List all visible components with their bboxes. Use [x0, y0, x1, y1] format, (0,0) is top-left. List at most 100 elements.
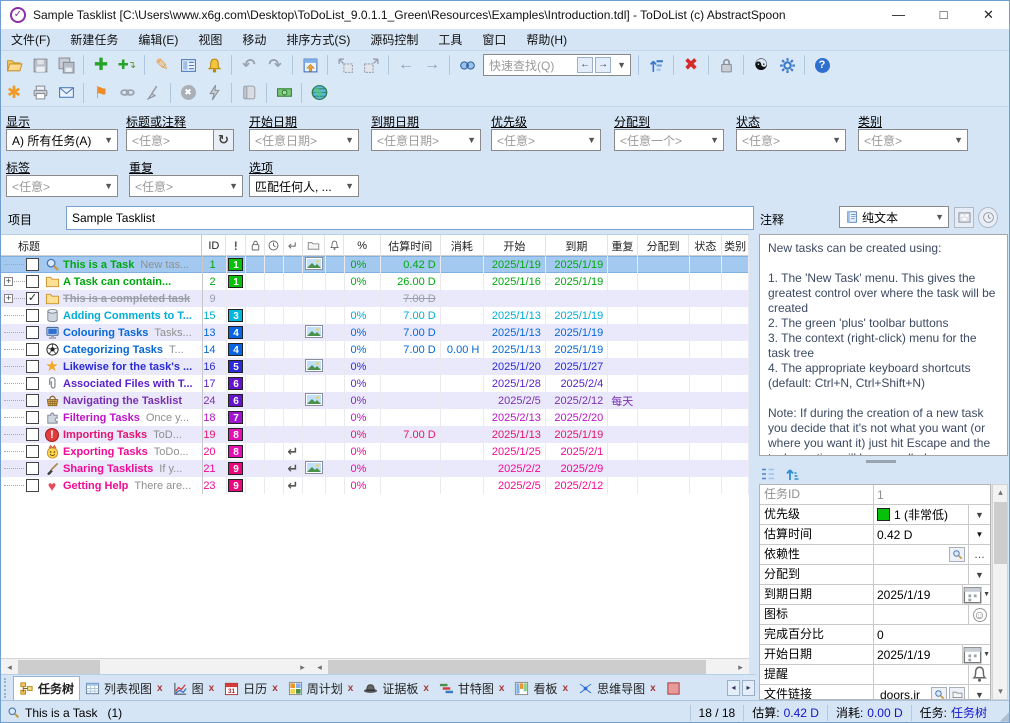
- comments-option-button[interactable]: [954, 207, 974, 228]
- attribute-value[interactable]: [874, 545, 968, 564]
- filter-combo[interactable]: <任意一个>▼: [614, 129, 724, 151]
- task-row-20[interactable]: Exporting TasksToDo...208↵0%2025/1/25202…: [1, 443, 749, 460]
- task-row-21[interactable]: Sharing TasklistsIf y...219↵0%2025/2/220…: [1, 460, 749, 477]
- column-header-status[interactable]: 状态: [689, 235, 722, 256]
- filter-combo[interactable]: <任意>▼: [491, 129, 601, 151]
- tab-tree[interactable]: 任务树: [13, 676, 80, 700]
- reminder-button[interactable]: [202, 53, 226, 77]
- task-checkbox[interactable]: [26, 411, 39, 424]
- column-header-start[interactable]: 开始: [484, 235, 545, 256]
- filter-combo[interactable]: <任意日期>▼: [249, 129, 359, 151]
- close-tab-icon[interactable]: x: [272, 683, 278, 694]
- menu-item-5[interactable]: 排序方式(S): [276, 29, 360, 51]
- move-in-button[interactable]: [359, 53, 383, 77]
- tab-chart[interactable]: 图x: [168, 676, 220, 700]
- close-tab-icon[interactable]: x: [209, 683, 215, 694]
- task-checkbox[interactable]: [26, 479, 39, 492]
- scroll-down-icon[interactable]: ▾: [994, 685, 1007, 698]
- task-checkbox[interactable]: [26, 462, 39, 475]
- column-header-bell[interactable]: [325, 235, 344, 256]
- chevron-down-icon[interactable]: ▼: [968, 685, 990, 700]
- close-tab-icon[interactable]: x: [423, 683, 429, 694]
- menu-item-1[interactable]: 新建任务: [60, 29, 128, 51]
- menu-item-3[interactable]: 视图: [188, 29, 232, 51]
- column-header-due[interactable]: 到期: [546, 235, 608, 256]
- attributes-vertical-scrollbar[interactable]: ▴ ▾: [992, 484, 1008, 700]
- task-checkbox[interactable]: [26, 326, 39, 339]
- no-control[interactable]: [968, 625, 990, 644]
- column-header-spent[interactable]: 消耗: [441, 235, 485, 256]
- attribute-value[interactable]: 2025/1/19: [874, 645, 962, 664]
- attribute-value[interactable]: 2025/1/19: [874, 585, 962, 604]
- column-header-lock[interactable]: [246, 235, 265, 256]
- magnifier-icon[interactable]: [931, 687, 947, 700]
- delete-button[interactable]: ✖: [679, 53, 703, 77]
- scroll-right-icon[interactable]: ▸: [296, 661, 309, 674]
- vertical-splitter[interactable]: [749, 234, 756, 674]
- scroll-left-icon[interactable]: ◂: [3, 661, 16, 674]
- task-row-18[interactable]: Filtering TasksOnce y...1870%2025/2/1320…: [1, 409, 749, 426]
- task-row-15[interactable]: Adding Comments to T...1530%7.00 D2025/1…: [1, 307, 749, 324]
- calendar-icon[interactable]: ▼: [962, 585, 990, 604]
- new-task-button[interactable]: ✚: [89, 53, 113, 77]
- help-button[interactable]: ?: [810, 53, 834, 77]
- filter-combo[interactable]: <任意日期>▼: [371, 129, 481, 151]
- close-button[interactable]: ✕: [966, 1, 1010, 29]
- task-checkbox[interactable]: [26, 309, 39, 322]
- close-tab-icon[interactable]: x: [650, 683, 656, 694]
- attribute-value[interactable]: 1 (非常低): [874, 505, 968, 524]
- menu-item-8[interactable]: 窗口: [472, 29, 516, 51]
- filter-combo[interactable]: <任意>▼: [6, 175, 118, 197]
- tabbar-gripper[interactable]: [4, 678, 11, 698]
- attribute-value[interactable]: 0.42 D: [874, 525, 968, 544]
- attribute-value[interactable]: [874, 605, 968, 624]
- menu-item-4[interactable]: 移动: [232, 29, 276, 51]
- lightning-button[interactable]: [202, 81, 226, 105]
- redo-button[interactable]: ↷: [263, 53, 287, 77]
- column-header-rep[interactable]: 重复: [608, 235, 638, 256]
- close-tab-icon[interactable]: x: [348, 683, 354, 694]
- task-row-23[interactable]: ♥Getting HelpThere are...239↵0%2025/2/52…: [1, 477, 749, 494]
- task-row-13[interactable]: Colouring TasksTasks...1340%7.00 D2025/1…: [1, 324, 749, 341]
- attribute-value[interactable]: [874, 665, 968, 684]
- filter-combo[interactable]: <任意>▼: [129, 175, 243, 197]
- attribute-value[interactable]: doors.jr: [874, 685, 968, 700]
- no-control[interactable]: [968, 485, 990, 504]
- column-header-dep[interactable]: ↵: [284, 235, 303, 256]
- close-tab-icon[interactable]: x: [499, 683, 505, 694]
- scroll-up-icon[interactable]: ▴: [994, 486, 1007, 499]
- maximize-tasklist-button[interactable]: [298, 53, 322, 77]
- magnifier-icon[interactable]: [949, 547, 965, 562]
- task-row-2[interactable]: +A Task can contain...210%26.00 D2025/1/…: [1, 273, 749, 290]
- scroll-right-icon[interactable]: ▸: [734, 661, 747, 674]
- expand-icon[interactable]: +: [4, 294, 13, 303]
- task-comments[interactable]: New tasks can be created using: 1. The '…: [759, 234, 1008, 456]
- tab-gantt[interactable]: 甘特图x: [434, 676, 510, 700]
- column-header-file[interactable]: [303, 235, 326, 256]
- tree-horizontal-scrollbar[interactable]: ◂ ▸: [1, 658, 311, 675]
- edit-dialog-button[interactable]: [176, 53, 200, 77]
- attribute-value[interactable]: [874, 565, 968, 584]
- menu-item-2[interactable]: 编辑(E): [128, 29, 188, 51]
- column-header-cat[interactable]: 类别: [722, 235, 749, 256]
- comments-format-combo[interactable]: 纯文本 ▼: [839, 206, 949, 228]
- menu-item-0[interactable]: 文件(F): [1, 29, 60, 51]
- column-header-pct[interactable]: %: [344, 235, 381, 256]
- filter-input[interactable]: <任意>↻: [126, 129, 234, 151]
- column-header-est[interactable]: 估算时间: [381, 235, 441, 256]
- chevron-down-icon[interactable]: ▼: [968, 565, 990, 584]
- task-checkbox[interactable]: [26, 360, 39, 373]
- email-button[interactable]: [54, 81, 78, 105]
- undo-button[interactable]: ↶: [237, 53, 261, 77]
- project-title-input[interactable]: [66, 206, 754, 230]
- quick-find-combo[interactable]: 快速查找(Q)←→▼: [483, 54, 631, 76]
- back-button[interactable]: ←: [394, 53, 418, 77]
- tab-week[interactable]: 周计划x: [283, 676, 359, 700]
- filter-combo[interactable]: <任意>▼: [736, 129, 846, 151]
- task-checkbox[interactable]: ✓: [26, 292, 39, 305]
- link-button[interactable]: [115, 81, 139, 105]
- find-button[interactable]: [455, 53, 479, 77]
- icon-picker-icon[interactable]: ☺: [968, 605, 990, 624]
- task-row-17[interactable]: Associated Files with T...1760%2025/1/28…: [1, 375, 749, 392]
- task-checkbox[interactable]: [26, 394, 39, 407]
